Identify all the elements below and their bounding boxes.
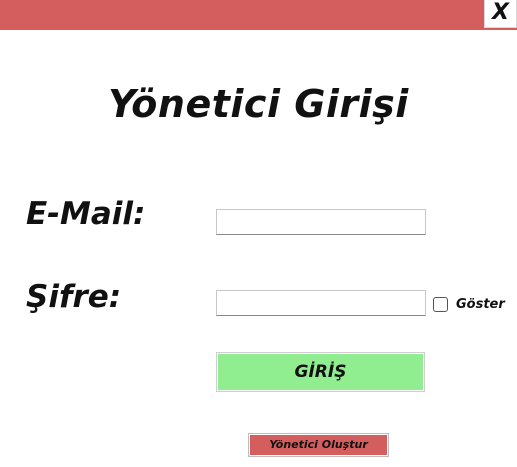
- show-password-label: Göster: [456, 297, 505, 312]
- email-input[interactable]: [216, 209, 426, 235]
- close-button[interactable]: X: [484, 0, 517, 28]
- email-label: E-Mail:: [26, 196, 146, 232]
- show-password-checkbox[interactable]: [433, 297, 448, 312]
- close-icon: X: [492, 0, 509, 25]
- password-input[interactable]: [216, 290, 426, 316]
- page-title: Yönetici Girişi: [108, 82, 409, 126]
- create-admin-button[interactable]: Yönetici Oluştur: [248, 433, 389, 457]
- login-button[interactable]: GİRİŞ: [216, 352, 425, 392]
- password-label: Şifre:: [26, 279, 122, 315]
- title-bar: [0, 0, 517, 30]
